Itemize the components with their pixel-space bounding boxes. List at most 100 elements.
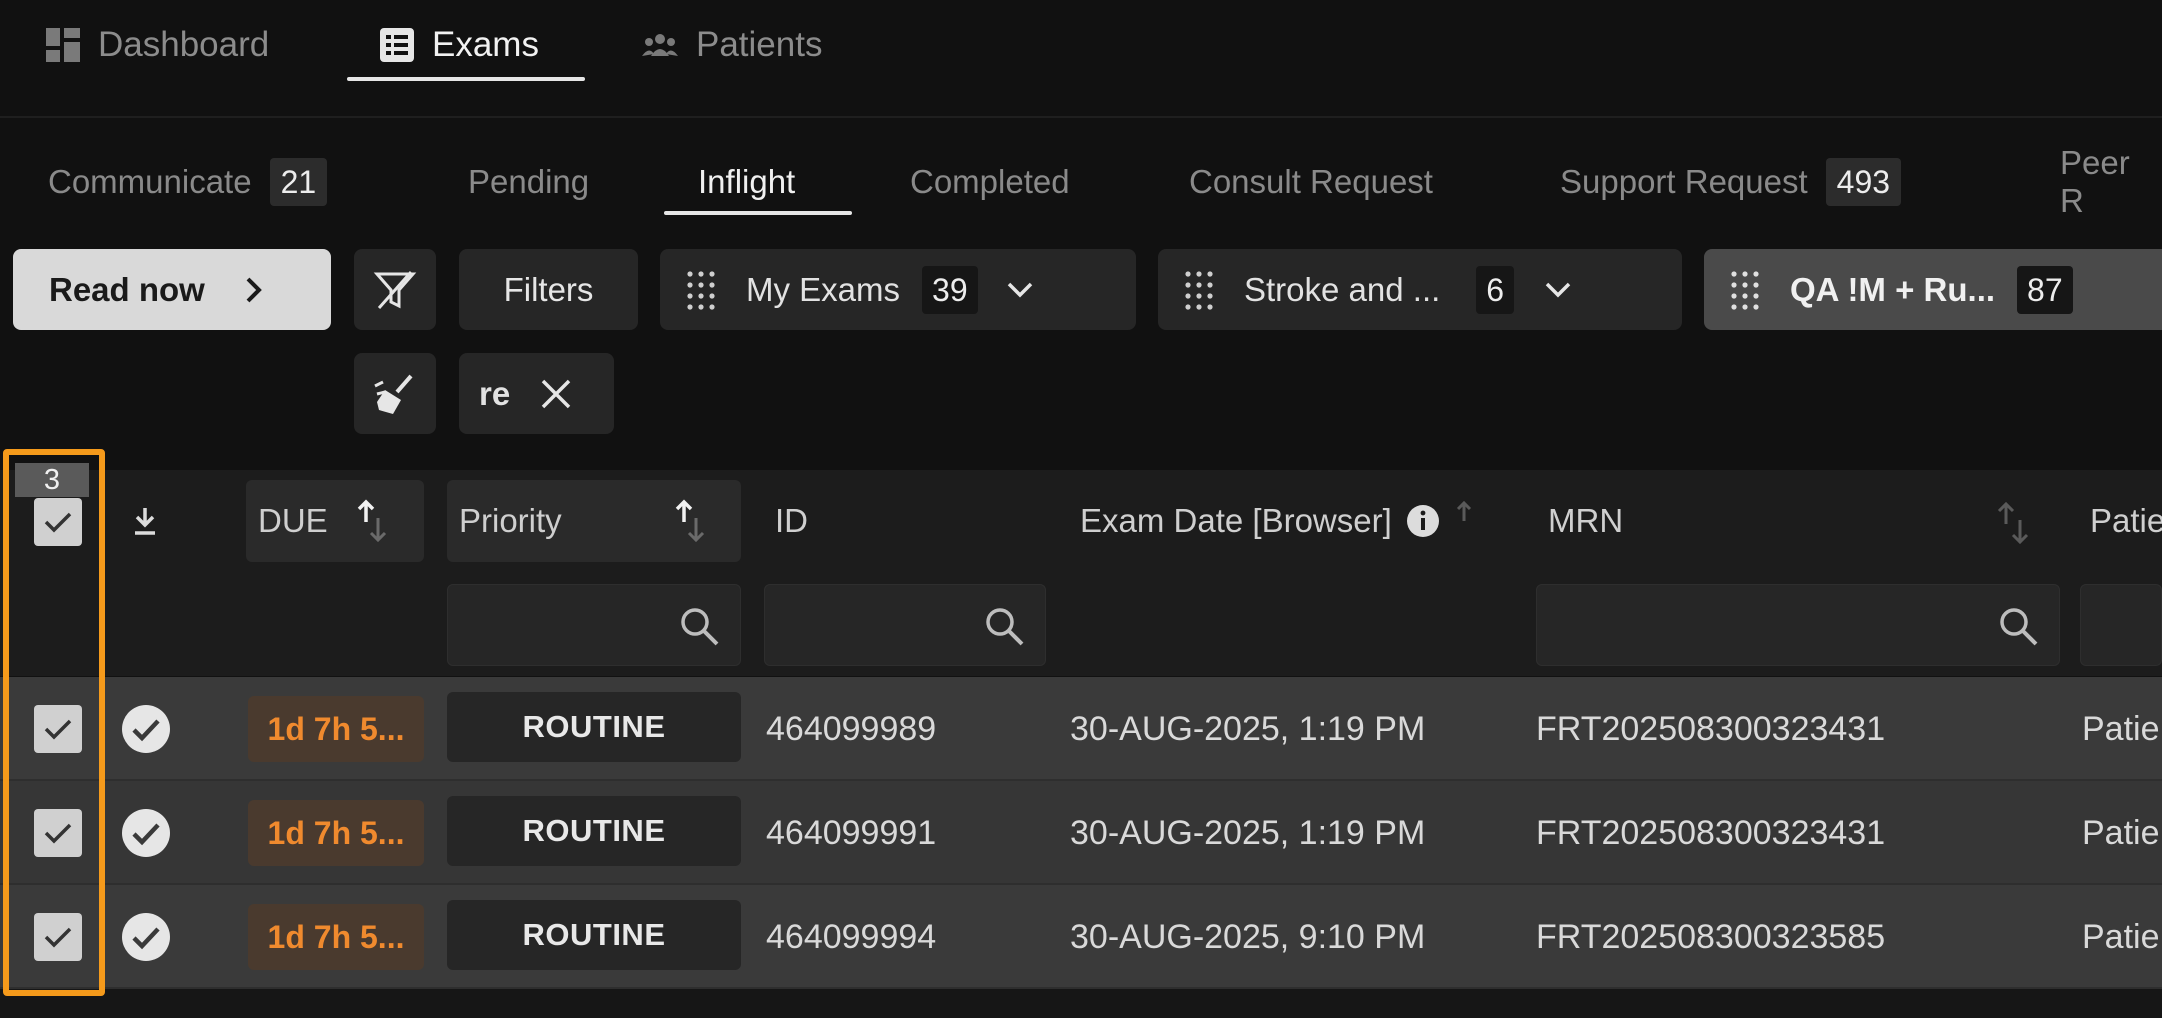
saved-filter-chip-qa[interactable]: QA !M + Ru... 87 <box>1704 249 2162 330</box>
column-label: ID <box>775 502 808 539</box>
due-badge: 1d 7h 5... <box>248 800 424 866</box>
search-icon <box>983 605 1025 647</box>
column-header-exam-date[interactable]: Exam Date [Browser] <box>1080 480 1474 562</box>
priority-badge: ROUTINE <box>447 692 741 762</box>
saved-filter-chip-stroke[interactable]: Stroke and ... 6 <box>1158 249 1682 330</box>
subtab-label: Inflight <box>698 163 796 200</box>
filters-label: Filters <box>503 270 594 308</box>
patient-name: Patie <box>2082 709 2160 748</box>
active-subtab-indicator <box>664 211 852 215</box>
sort-icon[interactable] <box>674 498 706 544</box>
chip-label: QA !M + Ru... <box>1790 270 1996 308</box>
subtab-count-badge: 493 <box>1825 158 1902 206</box>
dashboard-icon <box>46 28 80 62</box>
info-icon[interactable] <box>1406 504 1440 538</box>
clear-filters-button[interactable] <box>354 249 436 330</box>
subtab-inflight[interactable]: Inflight <box>698 146 795 218</box>
patient-name: Patie <box>2082 917 2160 956</box>
filter-off-icon <box>373 268 417 312</box>
column-header-due[interactable]: DUE <box>246 480 424 562</box>
download-icon[interactable] <box>132 506 158 536</box>
column-label: MRN <box>1548 502 1624 539</box>
nav-tab-patients[interactable]: Patients <box>642 0 822 90</box>
subtab-consult-request[interactable]: Consult Request <box>1189 146 1433 218</box>
table-row[interactable]: 1d 7h 5... ROUTINE 464099989 30-AUG-2025… <box>0 677 2162 781</box>
sort-icon[interactable] <box>1454 499 1474 543</box>
column-header-id[interactable]: ID <box>775 480 808 562</box>
chip-label: Stroke and ... <box>1244 270 1441 308</box>
exam-date: 30-AUG-2025, 1:19 PM <box>1070 709 1426 748</box>
column-label: DUE <box>258 502 328 539</box>
chevron-down-icon[interactable] <box>1006 281 1034 299</box>
priority-badge: ROUTINE <box>447 796 741 866</box>
close-icon[interactable] <box>540 378 572 410</box>
column-label: Exam Date [Browser] <box>1080 502 1392 539</box>
read-now-button[interactable]: Read now <box>13 249 331 330</box>
mrn-search-input[interactable] <box>1536 584 2060 666</box>
column-header-patient[interactable]: Patie <box>2090 480 2162 562</box>
exam-date: 30-AUG-2025, 1:19 PM <box>1070 813 1426 852</box>
subtab-label: Pending <box>468 163 590 200</box>
priority-badge: ROUTINE <box>447 900 741 970</box>
drag-handle-icon[interactable] <box>686 270 716 310</box>
selection-highlight-box <box>3 449 105 996</box>
active-tab-indicator <box>347 77 585 81</box>
exam-date: 30-AUG-2025, 9:10 PM <box>1070 917 1426 956</box>
clear-all-button[interactable] <box>354 353 436 434</box>
chevron-right-icon <box>245 276 263 304</box>
nav-tab-dashboard[interactable]: Dashboard <box>46 0 269 90</box>
subtab-label: Consult Request <box>1189 163 1433 200</box>
chevron-down-icon[interactable] <box>1544 281 1572 299</box>
chip-count-badge: 87 <box>2017 265 2073 314</box>
subtab-communicate[interactable]: Communicate 21 <box>48 146 328 218</box>
filters-button[interactable]: Filters <box>459 249 638 330</box>
due-badge: 1d 7h 5... <box>248 904 424 970</box>
status-check-icon <box>121 912 171 962</box>
filter-tag-label: re <box>479 374 511 412</box>
subtab-label: Communicate <box>48 163 252 200</box>
nav-tab-label: Exams <box>432 25 539 64</box>
top-navigation: Dashboard Exams Patients <box>0 0 2162 118</box>
search-icon <box>678 605 720 647</box>
exam-id[interactable]: 464099991 <box>766 781 936 885</box>
due-badge: 1d 7h 5... <box>248 696 424 762</box>
mrn: FRT202508300323431 <box>1536 709 1886 748</box>
chip-count-badge: 39 <box>922 265 978 314</box>
search-icon <box>1997 605 2039 647</box>
saved-filter-chip-my-exams[interactable]: My Exams 39 <box>660 249 1136 330</box>
table-row[interactable]: 1d 7h 5... ROUTINE 464099994 30-AUG-2025… <box>0 885 2162 989</box>
column-header-mrn[interactable]: MRN <box>1548 480 1623 562</box>
list-icon <box>380 28 414 62</box>
subtab-completed[interactable]: Completed <box>910 146 1070 218</box>
drag-handle-icon[interactable] <box>1184 270 1214 310</box>
people-icon <box>642 32 678 58</box>
active-filter-tag[interactable]: re <box>459 353 614 434</box>
priority-search-input[interactable] <box>447 584 741 666</box>
subtab-peer-review[interactable]: Peer R <box>2060 144 2162 219</box>
sort-icon[interactable] <box>1996 500 2032 546</box>
sort-icon[interactable] <box>356 498 388 544</box>
column-header-priority[interactable]: Priority <box>447 480 741 562</box>
subtab-label: Completed <box>910 163 1070 200</box>
chip-label: My Exams <box>746 270 901 308</box>
mrn: FRT202508300323585 <box>1536 917 1886 956</box>
column-label: Priority <box>459 502 562 539</box>
status-check-icon <box>121 808 171 858</box>
subtab-pending[interactable]: Pending <box>468 146 589 218</box>
patient-name: Patie <box>2082 813 2160 852</box>
exam-id[interactable]: 464099994 <box>766 885 936 989</box>
subtab-support-request[interactable]: Support Request 493 <box>1560 146 1902 218</box>
nav-tab-label: Dashboard <box>98 25 270 64</box>
column-label: Patie <box>2090 502 2162 539</box>
status-check-icon <box>121 704 171 754</box>
nav-tab-label: Patients <box>696 25 823 64</box>
subtab-count-badge: 21 <box>269 158 328 206</box>
id-search-input[interactable] <box>764 584 1046 666</box>
exam-id[interactable]: 464099989 <box>766 677 936 781</box>
read-now-label: Read now <box>49 270 205 308</box>
table-footer-area <box>0 989 2162 1018</box>
table-row[interactable]: 1d 7h 5... ROUTINE 464099991 30-AUG-2025… <box>0 781 2162 885</box>
drag-handle-icon[interactable] <box>1730 270 1760 310</box>
subtab-label: Support Request <box>1560 163 1808 200</box>
patient-search-input[interactable] <box>2080 584 2162 666</box>
